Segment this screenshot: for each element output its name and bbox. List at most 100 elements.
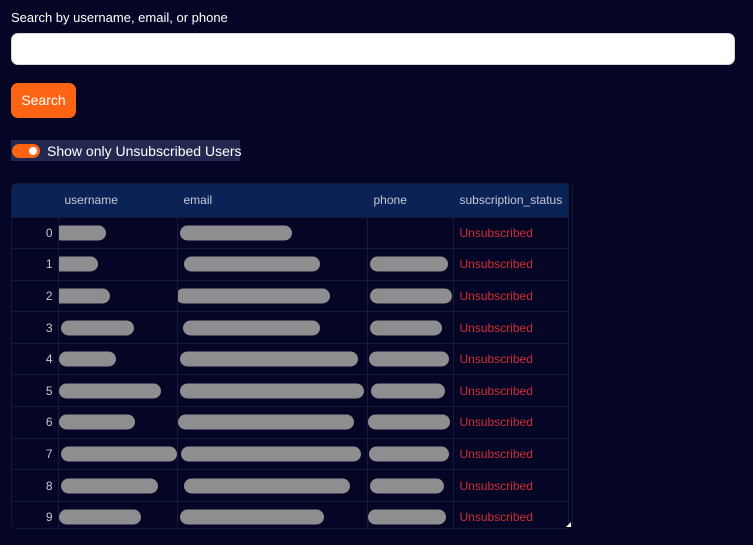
redaction-mark [179, 383, 364, 399]
redaction-mark [179, 509, 324, 525]
redaction-mark [177, 288, 330, 304]
email-cell[interactable] [177, 343, 368, 376]
email-cell[interactable] [177, 248, 368, 281]
subscription-status-cell: Unsubscribed [453, 501, 569, 528]
phone-cell[interactable] [367, 217, 454, 250]
table-row[interactable]: 1 Unsubscribed [12, 248, 569, 281]
subscription-status-column-header[interactable]: subscription_status [453, 184, 569, 218]
username-cell[interactable] [58, 217, 178, 250]
subscription-status-cell: Unsubscribed [453, 248, 569, 281]
search-button[interactable]: Search [11, 83, 76, 118]
table-row[interactable]: 3 Unsubscribed [12, 311, 569, 344]
phone-cell[interactable] [367, 438, 454, 471]
row-index: 6 [12, 406, 59, 439]
redaction-mark [368, 446, 449, 462]
redaction-mark [58, 351, 116, 367]
row-index: 7 [12, 438, 59, 471]
subscription-status-cell: Unsubscribed [453, 406, 569, 439]
username-cell[interactable] [58, 469, 178, 502]
redaction-mark [367, 509, 446, 525]
redaction-mark [60, 478, 158, 494]
row-index: 5 [12, 374, 59, 408]
username-cell[interactable] [58, 280, 178, 313]
row-index: 3 [12, 311, 59, 344]
unsubscribed-toggle-label: Show only Unsubscribed Users [47, 142, 242, 159]
unsubscribed-toggle[interactable] [12, 143, 40, 158]
users-table-container[interactable]: username email phone subscription_status… [11, 183, 573, 529]
table-row[interactable]: 5 Unsubscribed [12, 374, 569, 408]
redaction-mark [183, 256, 320, 272]
row-index: 9 [12, 501, 59, 528]
redaction-mark [58, 383, 161, 399]
row-index: 0 [12, 217, 59, 250]
email-cell[interactable] [177, 311, 368, 344]
row-index: 8 [12, 469, 59, 502]
subscription-status-cell: Unsubscribed [453, 374, 569, 408]
index-column-header[interactable] [12, 184, 59, 218]
search-input[interactable] [11, 33, 735, 65]
phone-cell[interactable] [367, 248, 454, 281]
redaction-mark [60, 320, 134, 336]
table-row[interactable]: 6 Unsubscribed [12, 406, 569, 439]
redaction-mark [179, 225, 292, 241]
redaction-mark [58, 256, 98, 272]
redaction-mark [369, 256, 448, 272]
row-index: 1 [12, 248, 59, 281]
phone-cell[interactable] [367, 374, 454, 408]
subscription-status-cell: Unsubscribed [453, 343, 569, 376]
redaction-mark [369, 288, 452, 304]
phone-cell[interactable] [367, 501, 454, 528]
resize-handle-icon[interactable] [566, 522, 571, 527]
table-row[interactable]: 0 Unsubscribed [12, 217, 569, 250]
phone-cell[interactable] [367, 280, 454, 313]
search-label: Search by username, email, or phone [11, 10, 228, 25]
table-row[interactable]: 8 Unsubscribed [12, 469, 569, 502]
table-header-row: username email phone subscription_status [12, 184, 569, 218]
phone-cell[interactable] [367, 311, 454, 344]
username-cell[interactable] [58, 406, 178, 439]
email-cell[interactable] [177, 438, 368, 471]
username-cell[interactable] [58, 343, 178, 376]
user-search-page: Search by username, email, or phone Sear… [0, 0, 753, 545]
email-cell[interactable] [177, 469, 368, 502]
email-cell[interactable] [177, 406, 368, 439]
username-cell[interactable] [58, 438, 178, 471]
username-column-header[interactable]: username [58, 184, 178, 218]
email-column-header[interactable]: email [177, 184, 368, 218]
email-cell[interactable] [177, 217, 368, 250]
username-cell[interactable] [58, 501, 178, 528]
table-row[interactable]: 7 Unsubscribed [12, 438, 569, 471]
redaction-mark [180, 446, 361, 462]
redaction-mark [60, 446, 176, 462]
redaction-mark [179, 351, 358, 367]
row-index: 2 [12, 280, 59, 313]
redaction-mark [369, 320, 442, 336]
redaction-mark [183, 478, 350, 494]
redaction-mark [368, 351, 449, 367]
row-index: 4 [12, 343, 59, 376]
table-row[interactable]: 2 Unsubscribed [12, 280, 569, 313]
table-row[interactable]: 9 Unsubscribed [12, 501, 569, 528]
redaction-mark [58, 414, 135, 430]
username-cell[interactable] [58, 248, 178, 281]
unsubscribed-filter[interactable]: Show only Unsubscribed Users [11, 140, 242, 161]
email-cell[interactable] [177, 280, 368, 313]
redaction-mark [182, 320, 320, 336]
username-cell[interactable] [58, 311, 178, 344]
redaction-mark [58, 509, 141, 525]
phone-column-header[interactable]: phone [367, 184, 454, 218]
redaction-mark [370, 383, 445, 399]
email-cell[interactable] [177, 374, 368, 408]
phone-cell[interactable] [367, 343, 454, 376]
subscription-status-cell: Unsubscribed [453, 217, 569, 250]
redaction-mark [58, 288, 110, 304]
phone-cell[interactable] [367, 406, 454, 439]
subscription-status-cell: Unsubscribed [453, 438, 569, 471]
phone-cell[interactable] [367, 469, 454, 502]
table-row[interactable]: 4 Unsubscribed [12, 343, 569, 376]
email-cell[interactable] [177, 501, 368, 528]
redaction-mark [177, 414, 354, 430]
subscription-status-cell: Unsubscribed [453, 311, 569, 344]
username-cell[interactable] [58, 374, 178, 408]
redaction-mark [369, 478, 444, 494]
